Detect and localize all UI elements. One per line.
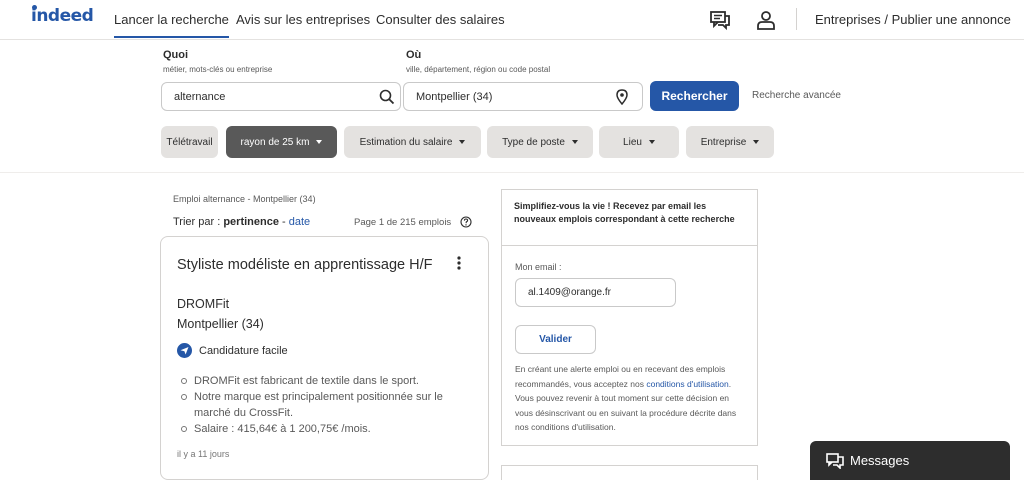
help-icon[interactable] bbox=[460, 216, 472, 228]
job-alert-panel: Simplifiez-vous la vie ! Recevez par ema… bbox=[501, 189, 758, 446]
sort-prefix: Trier par : bbox=[173, 216, 221, 228]
easy-apply-badge: Candidature facile bbox=[177, 343, 288, 358]
page-count: Page 1 de 215 emplois bbox=[354, 217, 452, 228]
what-hint: métier, mots-clés ou entreprise bbox=[163, 65, 273, 74]
send-icon bbox=[177, 343, 192, 358]
chevron-down-icon bbox=[316, 140, 323, 144]
advanced-search-link[interactable]: Recherche avancée bbox=[752, 90, 841, 101]
easy-apply-label: Candidature facile bbox=[199, 344, 288, 357]
job-location: Montpellier (34) bbox=[177, 317, 264, 331]
more-options-icon[interactable] bbox=[457, 256, 461, 270]
tab-salaries[interactable]: Consulter des salaires bbox=[376, 12, 505, 27]
employers-link[interactable]: Entreprises / Publier une annonce bbox=[815, 12, 1011, 27]
email-label: Mon email : bbox=[515, 262, 562, 272]
sort-date-link[interactable]: date bbox=[289, 216, 310, 228]
snippet-item: DROMFit est fabricant de textile dans le… bbox=[181, 373, 481, 389]
email-input[interactable] bbox=[515, 278, 676, 307]
legal-text: En créant une alerte emploi ou en receva… bbox=[515, 362, 749, 435]
chevron-down-icon bbox=[459, 140, 466, 144]
filter-remote[interactable]: Télétravail bbox=[161, 126, 218, 158]
second-panel bbox=[501, 465, 758, 480]
what-input[interactable] bbox=[174, 83, 364, 110]
tab-job-search[interactable]: Lancer la recherche bbox=[114, 12, 229, 38]
snippet-item: Salaire : 415,64€ à 1 200,75€ /mois. bbox=[181, 421, 481, 437]
filter-label: Estimation du salaire bbox=[359, 136, 453, 148]
chevron-down-icon bbox=[571, 140, 578, 144]
company-name: DROMFit bbox=[177, 297, 230, 311]
filter-company[interactable]: Entreprise bbox=[686, 126, 774, 158]
filter-label: rayon de 25 km bbox=[240, 136, 310, 148]
messages-icon bbox=[826, 452, 844, 469]
alert-heading: Simplifiez-vous la vie ! Recevez par ema… bbox=[502, 190, 757, 246]
logo-dot bbox=[32, 5, 37, 10]
filter-label: Entreprise bbox=[700, 136, 747, 148]
filter-salary[interactable]: Estimation du salaire bbox=[344, 126, 481, 158]
filter-radius[interactable]: rayon de 25 km bbox=[226, 126, 337, 158]
filter-label: Lieu bbox=[623, 136, 642, 148]
what-label: Quoi bbox=[163, 49, 189, 61]
posted-date: il y a 11 jours bbox=[177, 449, 230, 459]
where-hint: ville, département, région ou code posta… bbox=[406, 65, 551, 74]
section-divider bbox=[0, 172, 1024, 173]
chevron-down-icon bbox=[648, 140, 655, 144]
terms-link[interactable]: conditions d'utilisation bbox=[646, 379, 728, 389]
breadcrumb: Emploi alternance - Montpellier (34) bbox=[173, 194, 316, 204]
filter-label: Télétravail bbox=[166, 136, 213, 148]
sort-relevance: pertinence bbox=[223, 216, 279, 228]
tab-company-reviews[interactable]: Avis sur les entreprises bbox=[236, 12, 370, 27]
filter-job-type[interactable]: Type de poste bbox=[487, 126, 593, 158]
header-separator bbox=[796, 8, 797, 30]
where-label: Où bbox=[406, 49, 422, 61]
filter-label: Type de poste bbox=[502, 136, 565, 148]
sort-separator: - bbox=[282, 216, 286, 228]
validate-button[interactable]: Valider bbox=[515, 325, 596, 354]
top-header: indeed Lancer la recherche Avis sur les … bbox=[0, 0, 1024, 40]
sort-options: Trier par : pertinence - date bbox=[173, 216, 310, 228]
where-field[interactable] bbox=[403, 82, 643, 111]
messages-icon[interactable] bbox=[709, 9, 731, 31]
search-icon[interactable] bbox=[379, 89, 395, 105]
job-snippet: DROMFit est fabricant de textile dans le… bbox=[181, 373, 481, 437]
logo-text: indeed bbox=[31, 6, 94, 26]
job-card[interactable]: Styliste modéliste en apprentissage H/F … bbox=[160, 236, 489, 480]
profile-icon[interactable] bbox=[755, 9, 777, 31]
indeed-logo[interactable]: indeed bbox=[31, 5, 94, 26]
location-pin-icon bbox=[616, 89, 628, 105]
chevron-down-icon bbox=[753, 140, 760, 144]
what-field[interactable] bbox=[161, 82, 401, 111]
messages-label: Messages bbox=[850, 453, 910, 468]
messages-button[interactable]: Messages bbox=[810, 441, 1010, 480]
where-input[interactable] bbox=[416, 83, 606, 110]
filter-location[interactable]: Lieu bbox=[599, 126, 679, 158]
search-button[interactable]: Rechercher bbox=[650, 81, 739, 111]
snippet-item: Notre marque est principalement position… bbox=[181, 389, 481, 421]
job-title[interactable]: Styliste modéliste en apprentissage H/F bbox=[177, 255, 437, 275]
